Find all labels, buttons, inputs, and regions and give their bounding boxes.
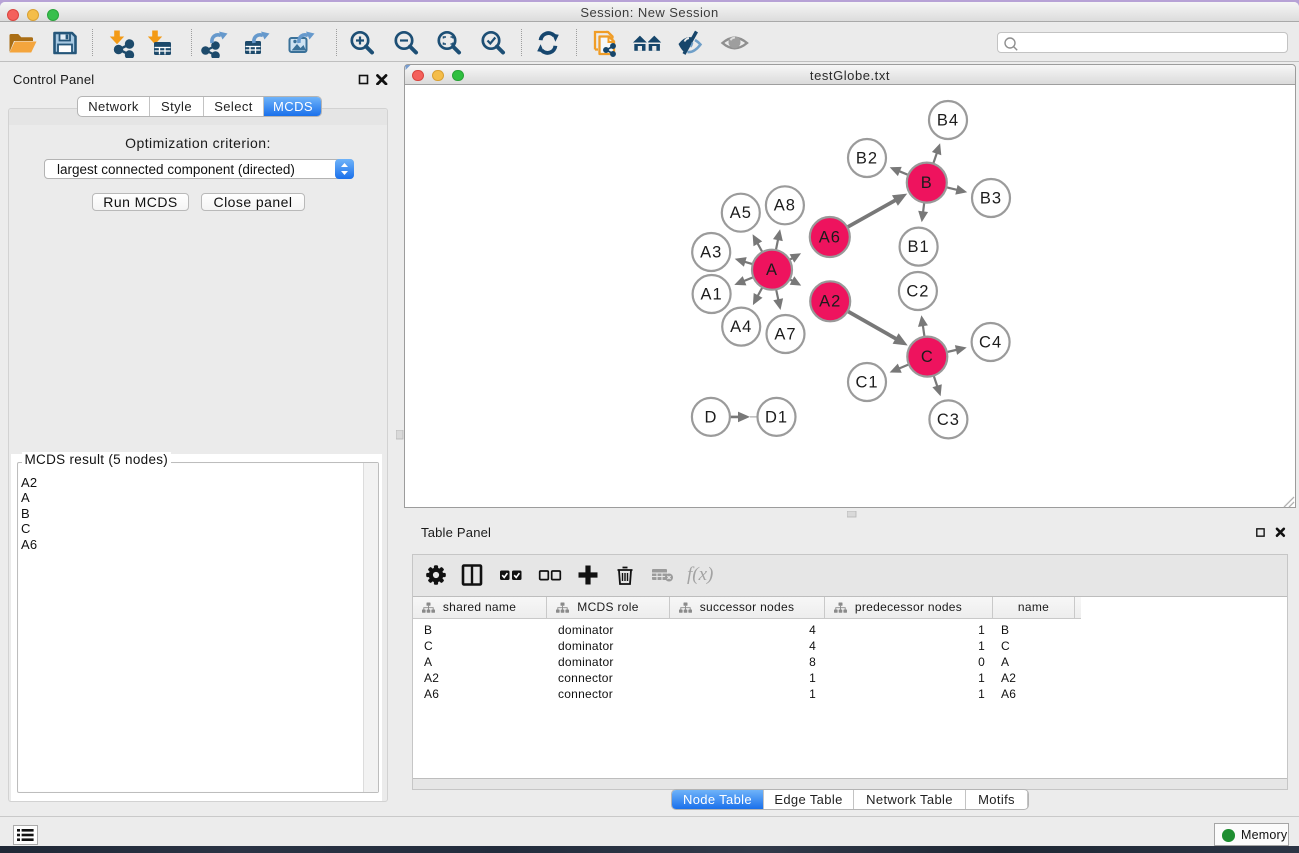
svg-text:C4: C4	[979, 333, 1002, 351]
svg-text:A8: A8	[774, 197, 796, 215]
svg-text:A4: A4	[730, 318, 752, 336]
svg-text:D: D	[704, 408, 717, 426]
svg-text:A2: A2	[819, 293, 841, 311]
svg-text:A: A	[766, 261, 778, 279]
svg-text:B1: B1	[908, 238, 930, 256]
svg-text:A7: A7	[774, 325, 796, 343]
svg-text:A6: A6	[819, 228, 841, 246]
svg-text:B2: B2	[856, 149, 878, 167]
svg-text:A1: A1	[701, 285, 723, 303]
svg-text:C3: C3	[937, 411, 960, 429]
svg-text:A5: A5	[730, 204, 752, 222]
svg-text:D1: D1	[765, 408, 788, 426]
svg-text:A3: A3	[700, 243, 722, 261]
svg-text:C: C	[921, 348, 934, 366]
svg-text:C2: C2	[906, 282, 929, 300]
svg-text:B3: B3	[980, 189, 1002, 207]
svg-text:B: B	[921, 174, 933, 192]
svg-text:B4: B4	[937, 111, 959, 129]
svg-text:C1: C1	[855, 373, 878, 391]
